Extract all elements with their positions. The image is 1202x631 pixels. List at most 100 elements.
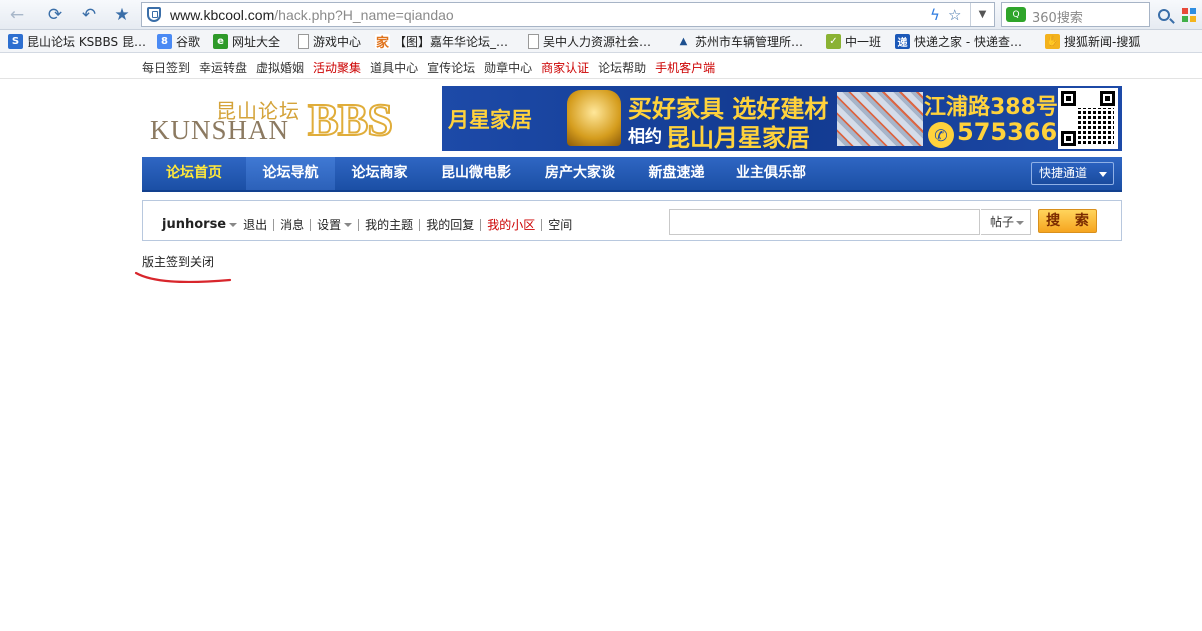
bookmark-item[interactable]: 游戏中心 [298, 33, 361, 50]
express-icon: 递 [895, 34, 910, 49]
username-menu[interactable]: junhorse [162, 217, 226, 232]
divider [480, 218, 482, 231]
browser-search-button[interactable] [1151, 2, 1176, 27]
bookmark-label: 快递之家 - 快递查… [914, 35, 1022, 49]
police-icon: ▲ [679, 36, 688, 47]
divider [358, 218, 360, 231]
main-nav-item[interactable]: 房产大家谈 [528, 157, 632, 190]
bookmark-item[interactable]: 递快递之家 - 快递查… [895, 33, 1022, 50]
user-toolbar: junhorse 退出 消息 设置 我的主题 我的回复 我的小区 空间 帖子 搜… [142, 200, 1122, 241]
address-bar[interactable]: www.kbcool.com/hack.php?H_name=qiandao ϟ… [141, 2, 995, 27]
site-top-links: 每日签到 幸运转盘 虚拟婚姻 活动聚集 道具中心 宣传论坛 勋章中心 商家认证 论坛帮助 手机客户… [0, 54, 1202, 79]
phone-icon: ✆ [928, 122, 954, 148]
search-icon [1157, 8, 1170, 21]
divider [310, 218, 312, 231]
top-link[interactable]: 勋章中心 [484, 59, 532, 76]
logo-bbs: BBS [307, 94, 394, 146]
top-link[interactable]: 商家认证 [541, 59, 589, 76]
top-link[interactable]: 幸运转盘 [199, 59, 247, 76]
divider [419, 218, 421, 231]
banner-brand: 月星家居 [448, 108, 532, 132]
main-navigation: 论坛首页 论坛导航 论坛商家 昆山微电影 房产大家谈 新盘速递 业主俱乐部 [142, 157, 1122, 192]
search-type-label: 帖子 [990, 215, 1015, 229]
my-community-link[interactable]: 我的小区 [487, 216, 535, 233]
chevron-down-icon[interactable] [229, 222, 238, 227]
main-nav-item[interactable]: 昆山微电影 [424, 157, 528, 190]
my-topics-link[interactable]: 我的主题 [365, 216, 413, 233]
top-link[interactable]: 虚拟婚姻 [256, 59, 304, 76]
browser-search-input[interactable]: Q 360搜索 [1001, 2, 1150, 27]
chevron-down-icon[interactable] [344, 222, 353, 227]
bookmark-label: 网址大全 [232, 35, 281, 49]
bookmark-star-icon[interactable]: ☆ [948, 6, 961, 24]
my-replies-link[interactable]: 我的回复 [426, 216, 474, 233]
top-link[interactable]: 道具中心 [370, 59, 418, 76]
messages-link[interactable]: 消息 [280, 216, 304, 233]
settings-menu[interactable]: 设置 [317, 216, 341, 233]
main-nav-item[interactable]: 论坛商家 [335, 157, 424, 190]
main-nav-item[interactable]: 论坛首页 [142, 157, 246, 190]
main-nav-item[interactable]: 新盘速递 [632, 157, 721, 190]
page-icon [528, 34, 539, 49]
back-icon[interactable]: ← [6, 4, 28, 26]
top-link[interactable]: 宣传论坛 [427, 59, 475, 76]
chevron-down-icon [1016, 221, 1024, 225]
furniture-image [837, 92, 923, 146]
book-icon: ✓ [826, 34, 841, 49]
lightning-icon[interactable]: ϟ [930, 6, 940, 24]
bookmark-label: 吴中人力资源社会… [543, 35, 652, 49]
bookmark-item[interactable]: e 网址大全 [213, 33, 280, 50]
top-link[interactable]: 每日签到 [142, 59, 190, 76]
quick-access-dropdown[interactable]: 快捷通道 [1031, 162, 1114, 185]
bookmark-item[interactable]: ✓ 中一班 [826, 33, 881, 50]
ad-banner[interactable]: 月星家居 买好家具 选好建材 相约 昆山月星家居 江浦路388号 ✆ 57536… [442, 86, 1122, 151]
throne-chair-image [567, 90, 621, 146]
apps-grid-icon[interactable] [1182, 8, 1196, 22]
search-type-select[interactable]: 帖子 [981, 209, 1031, 235]
qr-code-icon [1058, 88, 1118, 149]
main-nav-item[interactable]: 业主俱乐部 [721, 157, 821, 190]
top-link[interactable]: 论坛帮助 [598, 59, 646, 76]
sign-in-closed-notice: 版主签到关闭 [142, 255, 215, 269]
security-shield-icon [147, 7, 161, 22]
page-icon [298, 34, 309, 49]
logout-link[interactable]: 退出 [243, 216, 267, 233]
forum-search-input[interactable] [669, 209, 980, 235]
site-logo[interactable]: 昆山论坛 KUNSHAN BBS [150, 94, 420, 146]
top-link[interactable]: 手机客户端 [655, 59, 715, 76]
browser-search-placeholder: 360搜索 [1032, 11, 1083, 26]
bookmarks-bar: S 昆山论坛 KSBBS 昆… 8 谷歌 e 网址大全 游戏中心家【图】嘉年华论坛_… 吴中人… [0, 30, 1202, 53]
main-nav-item[interactable]: 论坛导航 [246, 157, 335, 190]
top-link[interactable]: 活动聚集 [313, 59, 361, 76]
sohu-icon: ✋ [1045, 34, 1060, 49]
site-nav-icon: e [213, 34, 228, 49]
refresh-icon[interactable]: ⟳ [44, 4, 66, 26]
home-icon: 家 [375, 34, 390, 51]
quick-access-label: 快捷通道 [1039, 166, 1088, 180]
logo-english: KUNSHAN [150, 115, 290, 145]
bookmark-item[interactable]: 家【图】嘉年华论坛_… [375, 33, 509, 51]
bookmark-label: 搜狐新闻-搜狐 [1064, 35, 1141, 49]
space-link[interactable]: 空间 [548, 216, 572, 233]
search-engine-icon[interactable]: Q [1006, 7, 1026, 22]
address-dropdown-icon[interactable]: ▼ [970, 3, 994, 26]
divider [541, 218, 543, 231]
bookmark-label: 谷歌 [176, 35, 201, 49]
bookmark-item[interactable]: ▲ 苏州市车辆管理所… [676, 33, 803, 50]
bookmark-item[interactable]: S 昆山论坛 KSBBS 昆… [8, 33, 146, 50]
bookmark-label: 游戏中心 [313, 35, 362, 49]
forum-search-button[interactable]: 搜 索 [1038, 209, 1097, 233]
undo-icon[interactable]: ↶ [78, 4, 100, 26]
favorite-star-icon[interactable]: ★ [111, 4, 133, 26]
bookmark-label: 昆山论坛 KSBBS 昆… [27, 35, 146, 49]
bookmark-item[interactable]: 8 谷歌 [157, 33, 200, 50]
browser-toolbar: ← ⟳ ↶ ★ www.kbcool.com/hack.php?H_name=q… [0, 0, 1202, 30]
red-annotation-underline [134, 271, 232, 284]
bookmark-item[interactable]: 吴中人力资源社会… [528, 33, 651, 50]
bookmark-label: 中一班 [845, 35, 882, 49]
kunshan-icon: S [8, 34, 23, 49]
bookmark-item[interactable]: ✋ 搜狐新闻-搜狐 [1045, 33, 1140, 50]
bookmark-label: 【图】嘉年华论坛_… [394, 35, 509, 49]
banner-slogan-main: 昆山月星家居 [666, 124, 810, 151]
address-url[interactable]: www.kbcool.com/hack.php?H_name=qiandao [170, 7, 454, 23]
